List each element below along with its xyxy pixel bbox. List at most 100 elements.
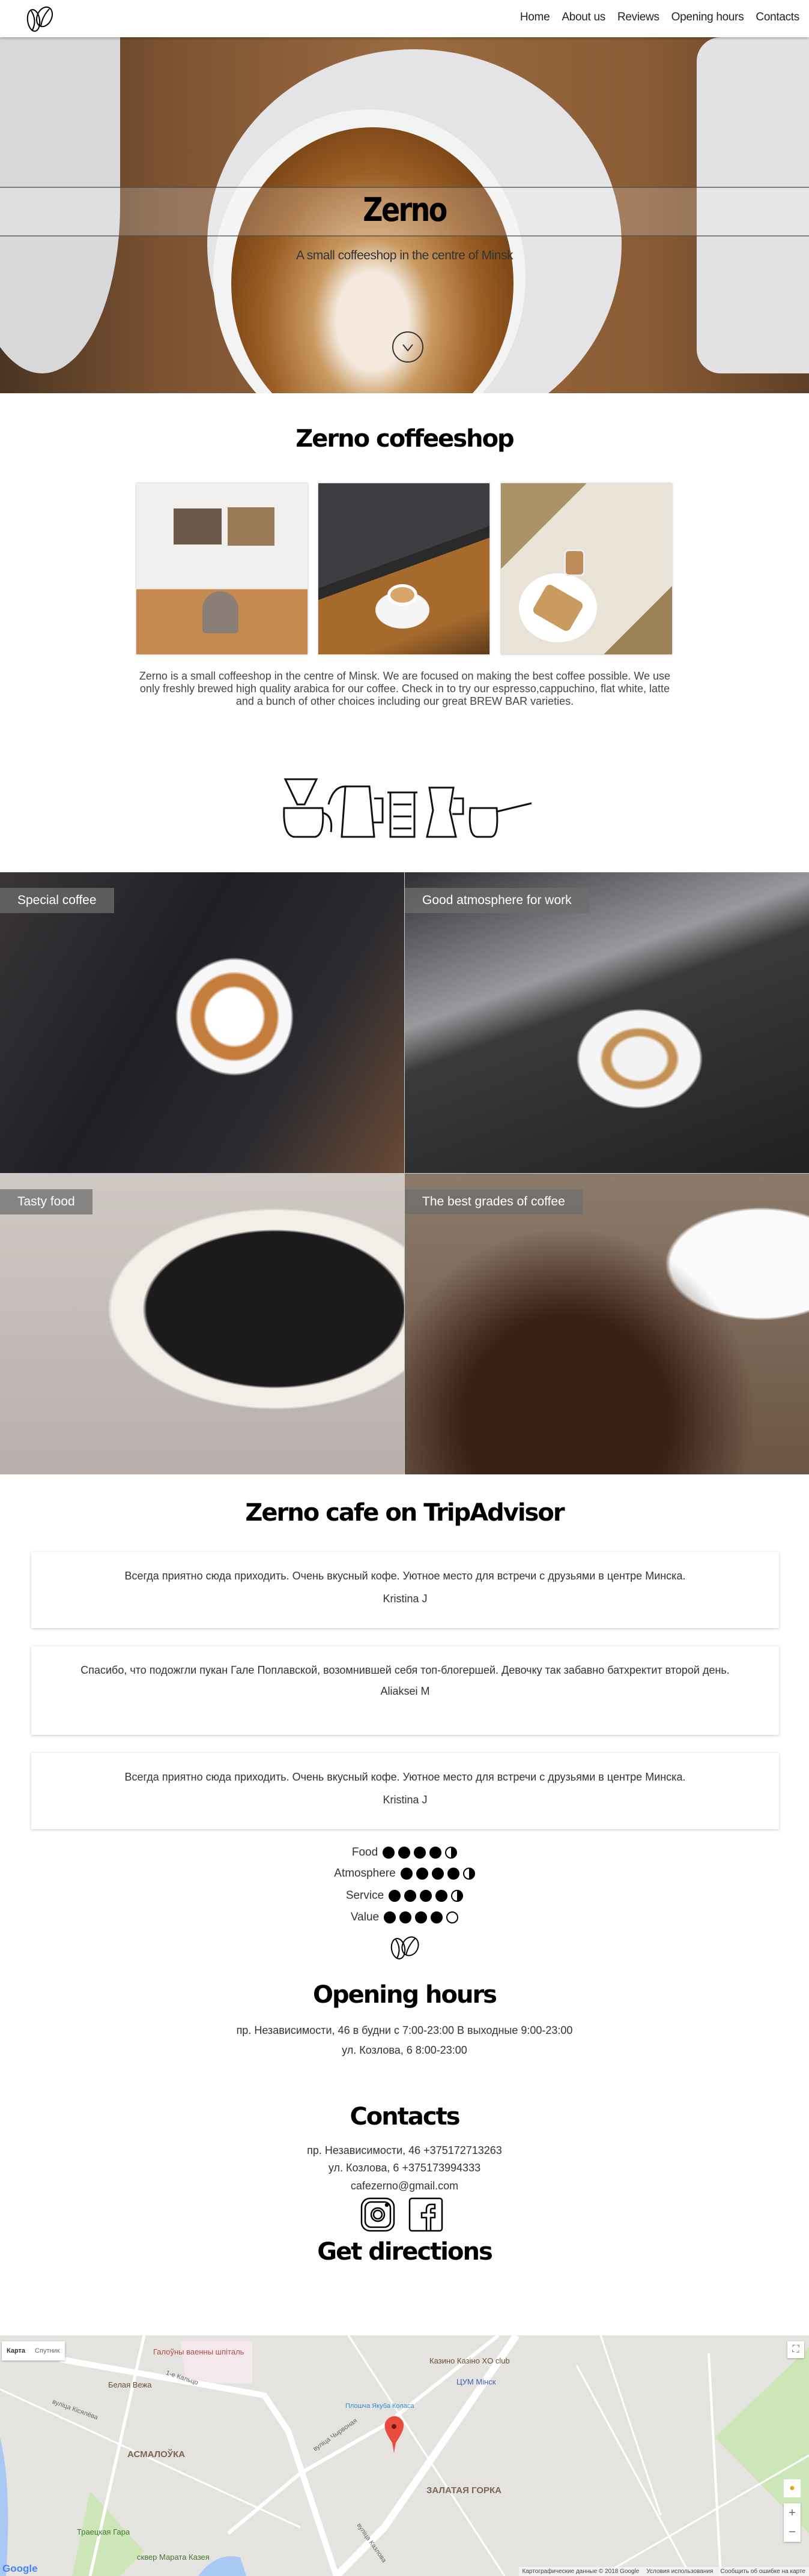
nav-about-us[interactable]: About us [562,11,605,24]
rating-dot-full-icon [400,1868,413,1880]
feature-special-coffee: Special coffee [0,872,404,1173]
hours-line: ул. Козлова, 6 8:00-23:00 [342,2044,467,2056]
feature-label: Tasty food [0,1189,92,1214]
review-author: Kristina J [383,1593,428,1605]
rating-dots [400,1868,475,1880]
map-label: АСМАЛОЎКА [127,2449,186,2460]
about-text: Zerno is a small coffeeshop in the centr… [139,670,671,707]
google-map[interactable]: Карта Спутник Галоўны ваенны шпіталь Бел… [0,2335,809,2576]
feature-label: The best grades of coffee [405,1189,583,1214]
rating-dots [389,1890,464,1902]
map-label: Галоўны ваенны шпіталь [153,2347,244,2356]
rating-dot-full-icon [435,1890,448,1902]
rating-dot-full-icon [389,1890,401,1902]
feature-best-grades: The best grades of coffee [405,1174,809,1474]
scroll-down-button[interactable] [392,331,423,363]
map-footer: Картографические данные © 2018 Google Ус… [518,2567,809,2576]
feature-atmosphere-work: Good atmosphere for work [405,872,809,1173]
rating-dot-full-icon [416,1868,428,1880]
rating-label: Value [350,1911,380,1923]
map-report-link[interactable]: Сообщить об ошибке на карте [720,2568,805,2575]
zoom-in-button[interactable]: + [784,2503,801,2523]
contact-address-2: ул. Козлова, 6 +375173994333 [328,2162,481,2174]
nav-contacts[interactable]: Contacts [756,11,799,24]
map-terms-link[interactable]: Условия использования [646,2568,713,2575]
features-grid: Special coffee Good atmosphere for work … [0,872,809,1474]
hero-section: Zerno A small coffeeshop in the centre o… [0,37,809,393]
review-card: Всегда приятно сюда приходить. Очень вку… [31,1753,779,1829]
map-label: Траецкая Гара [77,2527,130,2536]
hero-title: Zerno [363,191,447,229]
map-zoom-control: + − [784,2503,801,2542]
person-figure [202,591,238,633]
google-logo: Google [2,2563,38,2574]
review-card: Спасибо, что подожгли пукан Гале Поплавс… [31,1646,779,1735]
map-label: ЗАЛАТАЯ ГОРКА [426,2485,501,2496]
rating-dot-full-icon [431,1911,443,1923]
rating-dot-full-icon [404,1890,417,1902]
zoom-out-button[interactable]: − [784,2523,801,2542]
feature-tasty-food: Tasty food [0,1174,404,1474]
facebook-link[interactable] [408,2197,443,2232]
map-type-map[interactable]: Карта [2,2341,30,2360]
social-links [360,2197,443,2232]
map-label: Белая Вежа [108,2380,152,2389]
facebook-icon [408,2197,443,2232]
map-label: ЦУМ Мінск [456,2377,496,2386]
rating-dot-half-icon [451,1890,464,1902]
coffee-bean-logo-icon[interactable] [22,5,60,32]
map-label: Казино Казіно XO club [429,2356,510,2365]
rating-dots [383,1847,458,1859]
map-type-satellite[interactable]: Спутник [30,2341,64,2360]
hero-subtitle: A small coffeeshop in the centre of Mins… [296,249,513,262]
rating-dot-full-icon [414,1847,426,1859]
wall-picture [174,508,222,544]
rating-dot-full-icon [447,1868,459,1880]
hours-title: Opening hours [313,1981,497,2009]
rating-label: Service [345,1889,384,1902]
rating-row: Service [0,1889,809,1902]
rating-row: Value [0,1911,809,1924]
map-data-credit: Картографические данные © 2018 Google [522,2568,640,2575]
rating-dot-full-icon [383,1847,395,1859]
rating-row: Food [0,1846,809,1859]
contact-email[interactable]: cafezerno@gmail.com [0,2180,809,2192]
map-type-control: Карта Спутник [2,2341,65,2360]
map-fullscreen-button[interactable]: ⛶ [787,2341,804,2358]
map-label: сквер Марата Казея [137,2553,210,2562]
top-navbar: Home About us Reviews Opening hours Cont… [0,0,809,37]
contacts-title: Contacts [350,2103,460,2131]
rating-dot-half-icon [445,1847,458,1859]
nav-opening-hours[interactable]: Opening hours [671,11,744,24]
feature-label: Special coffee [0,888,114,913]
map-marker-icon[interactable] [384,2416,404,2453]
review-author: Kristina J [383,1794,428,1806]
review-text: Всегда приятно сюда приходить. Очень вку… [124,1771,686,1783]
hours-line: пр. Независимости, 46 в будни с 7:00-23:… [236,2024,573,2036]
map-label: Плошча Якуба Коласа [345,2403,414,2410]
rating-dot-full-icon [384,1911,396,1923]
about-photo-cake [501,483,672,654]
rating-dot-full-icon [420,1890,432,1902]
coffee-glass [564,549,585,576]
rating-row: Atmosphere [0,1867,809,1880]
rating-dot-full-icon [399,1911,412,1923]
nav-home[interactable]: Home [520,11,550,24]
rating-dot-full-icon [429,1847,442,1859]
about-photo-table [318,483,489,654]
map-roads [0,2335,809,2576]
main-menu: Home About us Reviews Opening hours Cont… [520,11,799,24]
rating-label: Atmosphere [334,1867,396,1880]
about-photo-interior [136,483,308,654]
wall-picture [228,507,274,546]
rating-label: Food [351,1846,378,1859]
coffee-bean-icon [390,1936,419,1959]
nav-reviews[interactable]: Reviews [617,11,659,24]
instagram-icon [360,2197,395,2232]
feature-label: Good atmosphere for work [405,888,589,913]
rating-dots [384,1911,459,1923]
contact-address-1: пр. Независимости, 46 +375172713263 [307,2144,502,2156]
about-title: Zerno coffeeshop [295,425,514,453]
street-view-pegman-icon[interactable]: ● [784,2479,801,2497]
instagram-link[interactable] [360,2197,395,2232]
